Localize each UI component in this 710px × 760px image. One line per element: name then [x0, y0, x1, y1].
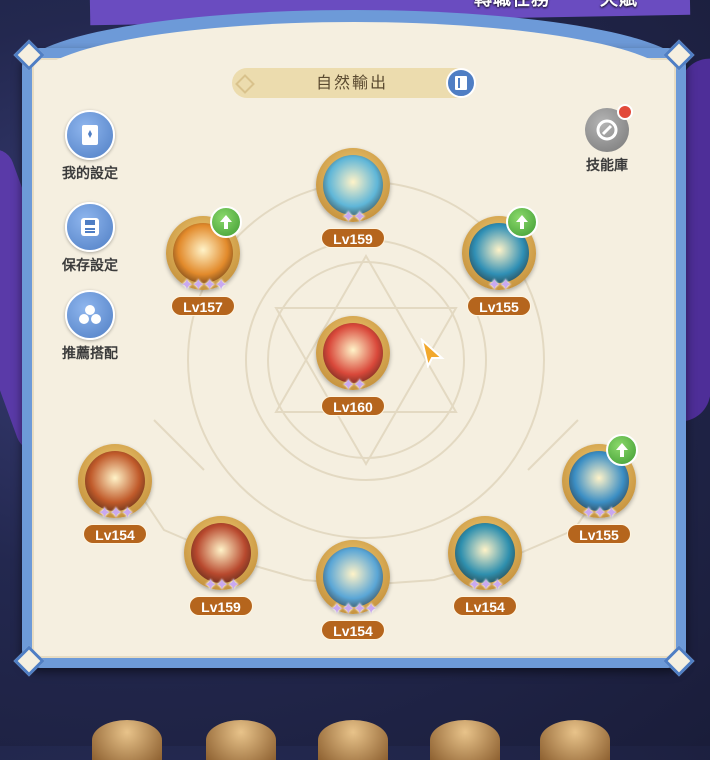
skill-node-b2[interactable]: ✦✦✦ Lv159 — [184, 516, 264, 626]
skill-level-badge: Lv157 — [171, 296, 235, 316]
recommended-build-label: 推薦搭配 — [62, 346, 118, 362]
recommended-build-button[interactable]: 推薦搭配 — [50, 290, 130, 363]
loadout-title: 自然輸出 — [232, 68, 472, 98]
star-rating: ✦✦ — [341, 209, 367, 226]
bottom-icon[interactable] — [430, 720, 500, 760]
upgrade-arrow-icon[interactable] — [606, 434, 638, 466]
skill-icon — [323, 323, 383, 383]
skill-level-badge: Lv154 — [321, 620, 385, 640]
skill-node-b5[interactable]: ✦✦✦ Lv155 — [562, 434, 642, 554]
star-rating: ✦✦✦ — [581, 505, 618, 522]
star-rating: ✦✦✦✦ — [180, 277, 228, 294]
skill-icon — [323, 155, 383, 215]
skill-library-label: 技能庫 — [586, 158, 628, 174]
skill-node-center[interactable]: ✦✦ Lv160 — [316, 316, 396, 426]
bottom-icon[interactable] — [540, 720, 610, 760]
upgrade-arrow-icon[interactable] — [210, 206, 242, 238]
skill-node-b4[interactable]: ✦✦✦ Lv154 — [448, 516, 528, 626]
skill-node-right[interactable]: ✦✦ Lv155 — [462, 206, 542, 326]
tab-class-quest[interactable]: 轉職任務 — [474, 0, 550, 14]
star-rating: ✦✦✦ — [203, 577, 240, 594]
skill-icon — [455, 523, 515, 583]
star-rating: ✦✦✦ — [97, 505, 134, 522]
skill-level-badge: Lv154 — [453, 596, 517, 616]
skill-library-icon — [585, 104, 633, 152]
skill-icon — [323, 547, 383, 607]
star-rating: ✦✦ — [487, 277, 513, 294]
skill-level-badge: Lv154 — [83, 524, 147, 544]
skill-level-badge: Lv155 — [567, 524, 631, 544]
star-rating: ✦✦ — [341, 377, 367, 394]
skill-level-badge: Lv159 — [189, 596, 253, 616]
save-icon — [65, 202, 115, 252]
skill-level-badge: Lv160 — [321, 396, 385, 416]
star-rating: ✦✦✦✦ — [330, 601, 378, 618]
skill-node-left[interactable]: ✦✦✦✦ Lv157 — [166, 206, 246, 326]
skill-level-badge: Lv159 — [321, 228, 385, 248]
skill-node-b1[interactable]: ✦✦✦ Lv154 — [78, 444, 158, 554]
save-settings-button[interactable]: 保存設定 — [50, 202, 130, 275]
notification-dot — [617, 104, 633, 120]
skill-node-top[interactable]: ✦✦ Lv159 — [316, 148, 396, 258]
tab-talent[interactable]: 天賦 — [600, 0, 638, 14]
recommend-icon — [65, 290, 115, 340]
my-settings-label: 我的設定 — [62, 166, 118, 182]
bottom-icon[interactable] — [318, 720, 388, 760]
skill-node-b3[interactable]: ✦✦✦✦ Lv154 — [316, 540, 396, 650]
card-icon — [65, 110, 115, 160]
skill-library-button[interactable]: 技能庫 — [572, 104, 642, 175]
my-settings-button[interactable]: 我的設定 — [50, 110, 130, 183]
bottom-icon[interactable] — [206, 720, 276, 760]
skill-level-badge: Lv155 — [467, 296, 531, 316]
bottom-toolbar — [0, 720, 710, 760]
mouse-cursor — [420, 338, 445, 368]
bottom-icon[interactable] — [92, 720, 162, 760]
save-settings-label: 保存設定 — [62, 258, 118, 274]
upgrade-arrow-icon[interactable] — [506, 206, 538, 238]
book-icon[interactable] — [446, 68, 476, 98]
skill-icon — [85, 451, 145, 511]
star-rating: ✦✦✦ — [467, 577, 504, 594]
skill-icon — [191, 523, 251, 583]
